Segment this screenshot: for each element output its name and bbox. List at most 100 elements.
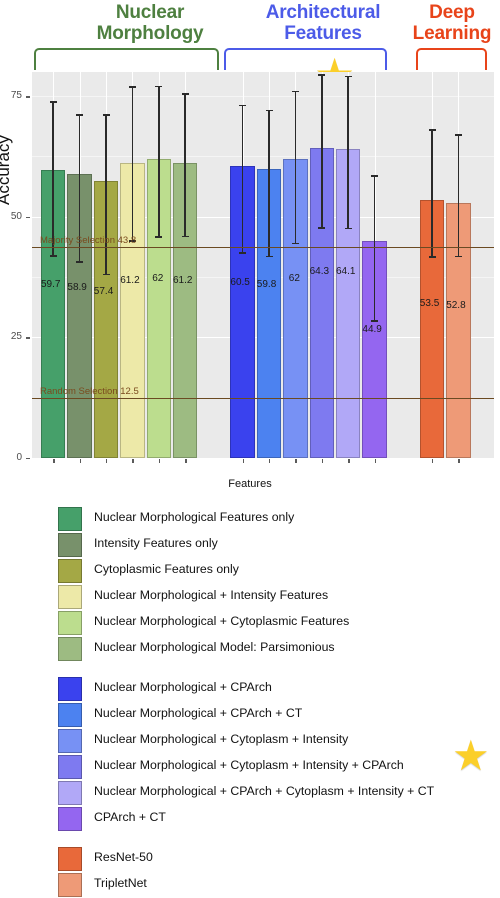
error-bar — [184, 93, 186, 236]
legend-swatch — [58, 637, 82, 661]
error-bar-cap — [76, 114, 84, 117]
x-axis-tick-mark — [321, 459, 324, 463]
error-bar-cap — [344, 75, 352, 78]
error-bar-cap — [181, 93, 189, 95]
legend-group: Nuclear Morphological + CPArch Nuclear Mo… — [58, 676, 488, 832]
legend-label: Nuclear Morphological + CPArch — [94, 680, 272, 694]
bar-value-label: 57.4 — [93, 286, 114, 298]
legend-item[interactable]: Nuclear Morphological Features only — [58, 506, 488, 532]
legend-item[interactable]: Nuclear Morphological + CPArch + CT — [58, 702, 488, 728]
legend-label: Nuclear Morphological Model: Parsimoniou… — [94, 640, 335, 654]
y-axis-tick-label: 25 — [10, 331, 22, 343]
legend-group: Nuclear Morphological Features only Inten… — [58, 506, 488, 662]
legend-label: Nuclear Morphological + Intensity Featur… — [94, 588, 329, 602]
error-bar-cap — [428, 256, 436, 258]
error-bar-cap — [318, 74, 326, 76]
legend-item[interactable]: ResNet-50 — [58, 846, 488, 872]
error-bar — [158, 85, 160, 237]
legend-swatch — [58, 559, 82, 583]
x-axis-tick-mark — [242, 459, 244, 463]
legend-group-spacer — [58, 662, 488, 676]
error-bar-cap — [155, 85, 163, 88]
y-axis-tick-label: 50 — [10, 210, 22, 222]
legend-label: Nuclear Morphological Features only — [94, 510, 295, 524]
legend-swatch — [58, 781, 82, 805]
legend-swatch — [58, 807, 82, 831]
error-bar — [268, 109, 270, 256]
group-bracket-nuclear-morphology — [34, 48, 219, 70]
error-bar-cap — [454, 134, 462, 136]
legend-item[interactable]: Nuclear Morphological + Cytoplasm + Inte… — [58, 728, 488, 754]
y-axis-tick-mark — [26, 216, 30, 219]
y-axis-tick-label: 0 — [16, 452, 22, 463]
legend-item[interactable]: CPArch + CT — [58, 806, 488, 832]
legend-item[interactable]: Nuclear Morphological + CPArch + Cytopla… — [58, 780, 488, 806]
legend-item[interactable]: Cytoplasmic Features only — [58, 558, 488, 584]
x-axis-tick-mark — [185, 459, 187, 463]
legend-item[interactable]: Nuclear Morphological + CPArch — [58, 676, 488, 702]
error-bar-cap — [371, 175, 379, 177]
legend-item[interactable]: Nuclear Morphological + Cytoplasmic Feat… — [58, 610, 488, 636]
legend-label: Cytoplasmic Features only — [94, 562, 239, 576]
x-axis-tick-mark — [79, 459, 81, 463]
bar-value-label: 53.5 — [419, 297, 440, 309]
star-icon-legend: ★ — [452, 732, 490, 779]
error-bar-cap — [239, 104, 247, 107]
legend-swatch — [58, 703, 82, 727]
legend-label: Intensity Features only — [94, 536, 218, 550]
bar-value-label: 44.9 — [362, 323, 382, 335]
bar-value-label: 59.8 — [256, 279, 277, 291]
x-axis-tick-mark — [458, 459, 460, 463]
legend-item[interactable]: Nuclear Morphological Model: Parsimoniou… — [58, 636, 488, 662]
error-bar — [457, 134, 460, 256]
error-bar-cap — [181, 235, 189, 238]
error-bar-cap — [344, 227, 352, 230]
bar-value-label: 58.9 — [67, 281, 87, 293]
error-bar-cap — [265, 109, 273, 112]
gridline-horizontal — [32, 458, 494, 459]
legend-group: ResNet-50 TripletNet — [58, 846, 488, 898]
error-bar — [241, 104, 244, 252]
group-title-nuclear-morphology: Nuclear Morphology — [96, 2, 204, 44]
legend-item[interactable]: Nuclear Morphological + Intensity Featur… — [58, 584, 488, 610]
bar-value-label: 60.5 — [230, 277, 250, 288]
error-bar-cap — [454, 255, 462, 258]
legend-label: TripletNet — [94, 876, 147, 890]
y-axis-tick-mark — [26, 458, 30, 460]
plot-area: 59.7 58.9 57.4 61.2 62 61.2 60.5 59.8 62 64.3 64.1… — [32, 72, 494, 459]
bar-value-label: 61.2 — [120, 274, 140, 286]
x-axis-tick-mark — [158, 459, 161, 463]
bar-value-label: 61.2 — [173, 274, 193, 286]
legend-item[interactable]: TripletNet — [58, 872, 488, 898]
legend-swatch — [58, 729, 82, 753]
legend-label: Nuclear Morphological + CPArch + CT — [94, 706, 303, 720]
error-bar — [52, 100, 54, 256]
chart-page: Nuclear Morphology Architectural Feature… — [0, 0, 500, 898]
legend-swatch — [58, 611, 82, 635]
legend-label: CPArch + CT — [94, 810, 166, 824]
error-bar-cap — [291, 90, 299, 93]
x-axis-tick-mark — [106, 459, 108, 463]
legend-swatch — [58, 847, 82, 871]
legend-swatch — [58, 585, 82, 609]
reference-line-label: Random Selection 12.5 — [40, 385, 139, 397]
x-axis-label: Features — [228, 478, 272, 490]
group-bracket-architectural-features — [224, 48, 387, 70]
legend-swatch — [58, 533, 82, 557]
error-bar-cap — [371, 320, 379, 323]
bar-value-label: 64.3 — [309, 265, 330, 277]
group-bracket-deep-learning — [416, 48, 487, 70]
error-bar-cap — [291, 242, 299, 245]
x-axis-tick-mark — [432, 459, 434, 463]
legend-label: Nuclear Morphological + Cytoplasm + Inte… — [94, 732, 349, 746]
x-axis-tick-mark — [53, 459, 55, 463]
legend-item[interactable]: Intensity Features only — [58, 532, 488, 558]
error-bar — [105, 114, 107, 274]
bar-value-label: 64.1 — [336, 266, 356, 278]
legend-item[interactable]: Nuclear Morphological + Cytoplasm + Inte… — [58, 754, 488, 780]
error-bar-cap — [428, 129, 436, 131]
error-bar — [347, 75, 349, 228]
error-bar-cap — [49, 100, 57, 103]
y-axis-tick-label: 75 — [10, 90, 22, 102]
reference-line — [32, 397, 494, 400]
